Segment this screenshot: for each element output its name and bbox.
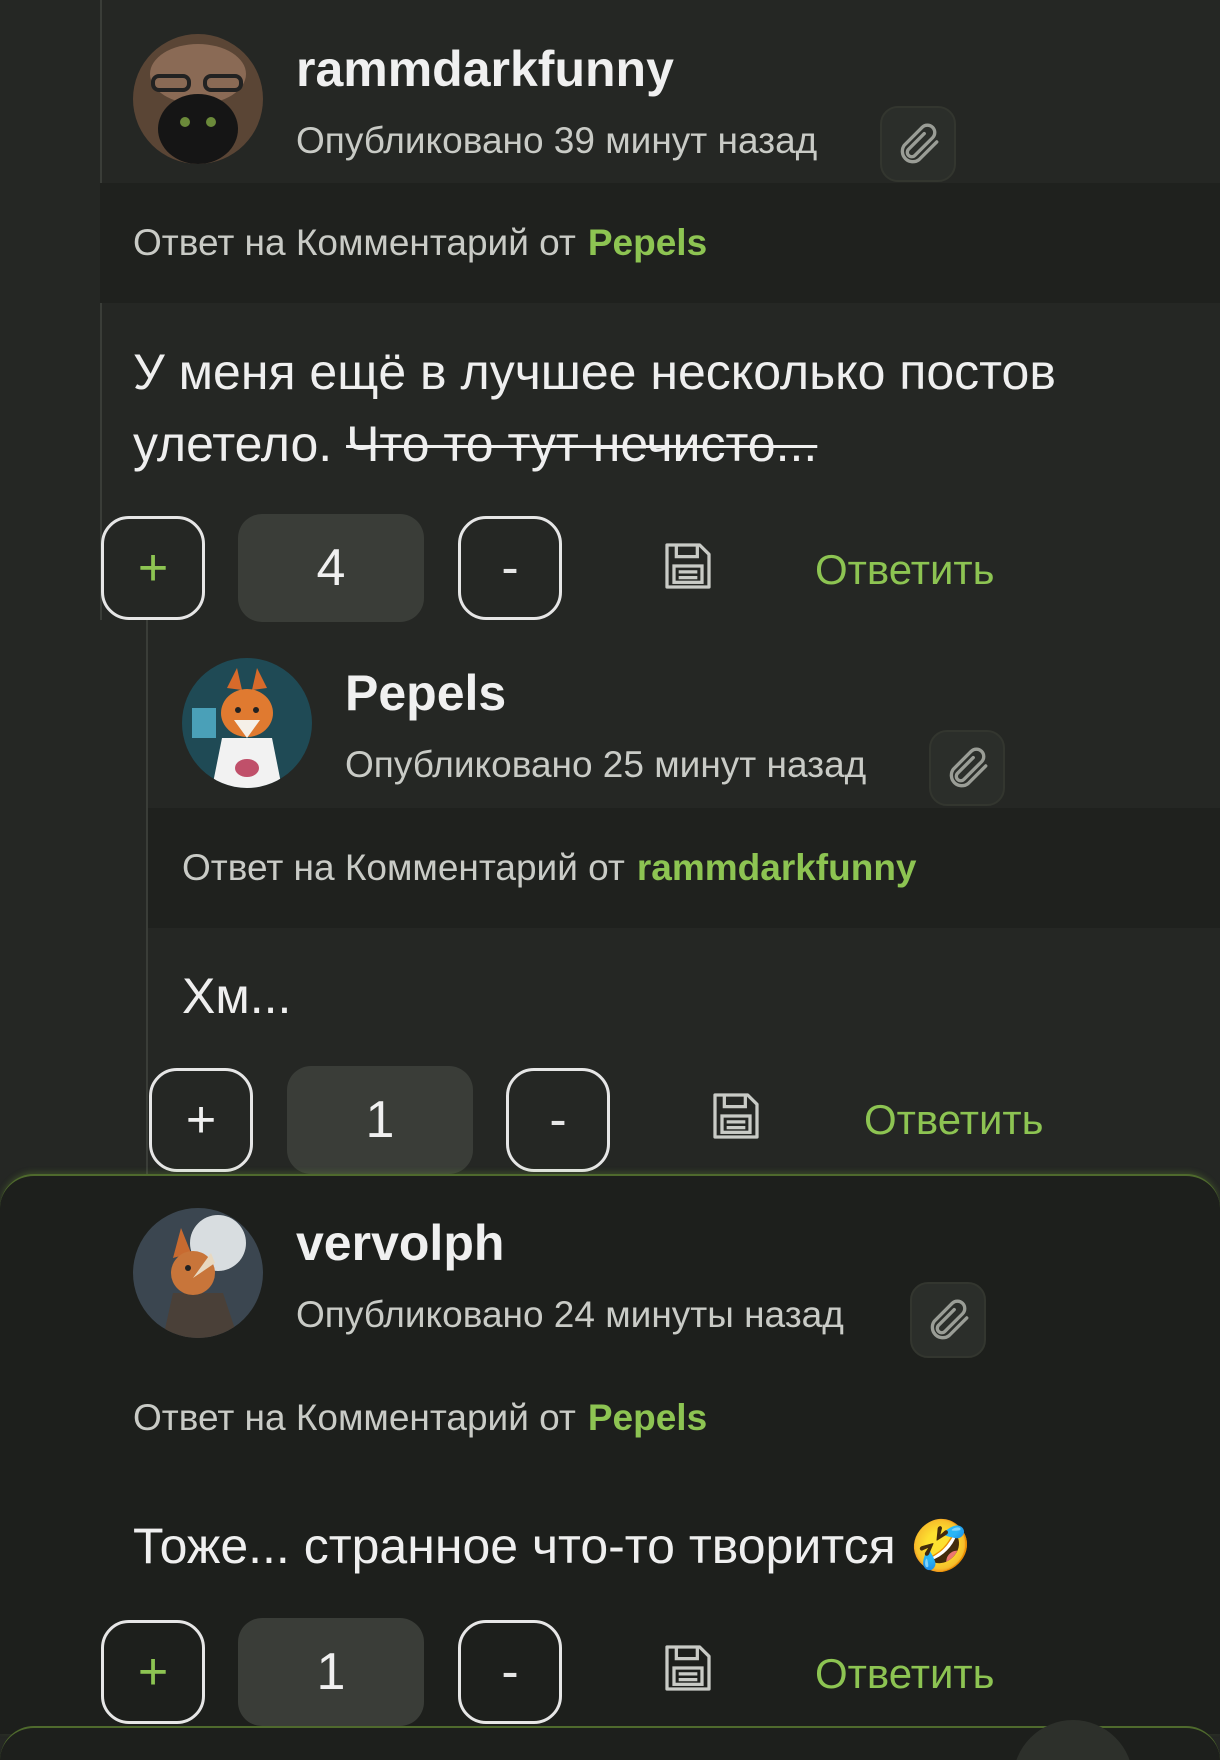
reply-button[interactable]: Ответить — [864, 1096, 1044, 1144]
author-name[interactable]: rammdarkfunny — [296, 40, 674, 98]
avatar[interactable] — [182, 658, 312, 788]
reply-button[interactable]: Ответить — [815, 1650, 995, 1698]
reply-prefix: Ответ на Комментарий от — [182, 847, 625, 888]
comment-text: Хм... — [182, 968, 292, 1024]
avatar[interactable] — [133, 1208, 263, 1338]
paperclip-icon — [930, 1299, 969, 1340]
upvote-button[interactable]: + — [101, 516, 205, 620]
reply-button[interactable]: Ответить — [815, 546, 995, 594]
published-time: Опубликовано 25 минут назад — [345, 744, 867, 785]
reply-info: Ответ на Комментарий от rammdarkfunny — [148, 808, 1220, 928]
comment: Pepels Опубликовано 25 минут назад Ответ… — [0, 620, 1220, 1180]
author-name[interactable]: Pepels — [345, 664, 506, 722]
comment: rammdarkfunny Опубликовано 39 минут наза… — [0, 0, 1220, 622]
reply-to-link[interactable]: rammdarkfunny — [637, 847, 917, 889]
author-name[interactable]: vervolph — [296, 1214, 504, 1272]
published-time: Опубликовано 39 минут назад — [296, 120, 818, 161]
reply-info: Ответ на Комментарий от Pepels — [100, 1358, 1220, 1478]
score-value: 1 — [287, 1066, 473, 1174]
reply-to-link[interactable]: Pepels — [588, 222, 707, 264]
save-icon[interactable] — [708, 1088, 764, 1144]
published-time: Опубликовано 24 минуты назад — [296, 1294, 844, 1335]
upvote-button[interactable]: + — [149, 1068, 253, 1172]
reply-to-link[interactable]: Pepels — [588, 1397, 707, 1439]
comment-highlighted: vervolph Опубликовано 24 минуты назад От… — [0, 1174, 1220, 1734]
attach-button[interactable] — [910, 1282, 986, 1358]
downvote-button[interactable]: - — [506, 1068, 610, 1172]
downvote-button[interactable]: - — [458, 516, 562, 620]
comment-text: Тоже... странное что-то творится 🤣 — [133, 1518, 972, 1574]
save-icon[interactable] — [660, 538, 716, 594]
upvote-button[interactable]: + — [101, 1620, 205, 1724]
attach-button[interactable] — [929, 730, 1005, 806]
avatar[interactable] — [133, 34, 263, 164]
comment-text-struck: Что то тут нечисто... — [346, 416, 818, 472]
paperclip-icon — [949, 747, 988, 788]
reply-prefix: Ответ на Комментарий от — [133, 222, 576, 263]
reply-info: Ответ на Комментарий от Pepels — [100, 183, 1220, 303]
paperclip-icon — [900, 123, 939, 164]
downvote-button[interactable]: - — [458, 1620, 562, 1724]
score-value: 1 — [238, 1618, 424, 1726]
score-value: 4 — [238, 514, 424, 622]
attach-button[interactable] — [880, 106, 956, 182]
reply-prefix: Ответ на Комментарий от — [133, 1397, 576, 1438]
comment-text: У меня ещё в лучшее несколько постов уле… — [133, 336, 1133, 480]
save-icon[interactable] — [660, 1640, 716, 1696]
